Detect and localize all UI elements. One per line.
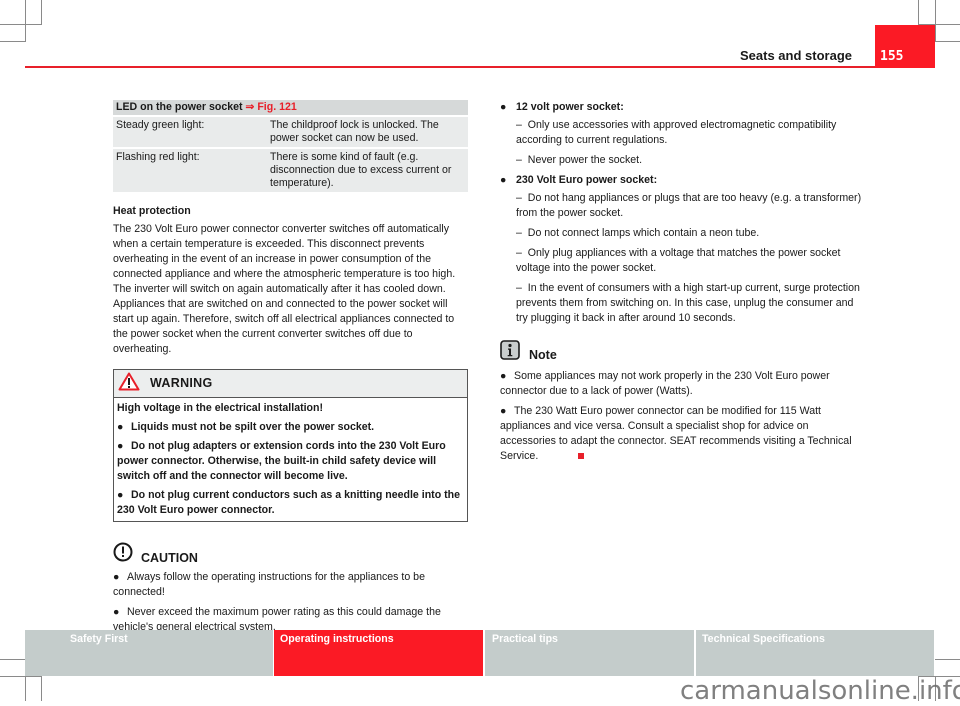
socket-item: – Do not connect lamps which contain a n… xyxy=(500,226,865,241)
socket-heading: ● 12 volt power socket: xyxy=(500,100,865,115)
heat-protection-heading: Heat protection xyxy=(113,205,191,217)
note-item: ● The 230 Watt Euro power connector can b… xyxy=(500,404,865,464)
crop-mark xyxy=(0,659,26,660)
socket-item-text: Never power the socket. xyxy=(527,154,643,166)
led-state-label: Flashing red light: xyxy=(113,147,267,192)
note-item: ● Some appliances may not work properly i… xyxy=(500,369,865,399)
socket-item-text: Only use accessories with approved elect… xyxy=(516,119,837,146)
bullet-icon: ● xyxy=(500,174,507,186)
socket-heading-text: 230 Volt Euro power socket: xyxy=(516,174,658,186)
note-title: Note xyxy=(529,348,557,362)
crop-mark xyxy=(918,0,919,25)
led-table-title: LED on the power socket xyxy=(116,101,243,113)
warning-box: WARNING High voltage in the electrical i… xyxy=(113,369,468,522)
dash-icon: – xyxy=(516,192,522,204)
warning-title: WARNING xyxy=(150,376,213,390)
dash-icon: – xyxy=(516,119,522,131)
socket-item: – Do not hang appliances or plugs that a… xyxy=(500,191,865,221)
footer-tab-technical-specifications[interactable]: Technical Specifications xyxy=(696,630,934,676)
section-end-marker-icon xyxy=(578,453,585,459)
warning-triangle-icon xyxy=(118,372,140,396)
warning-lead: High voltage in the electrical installat… xyxy=(117,402,324,414)
dash-icon: – xyxy=(516,154,522,166)
led-table-header: LED on the power socket ⇒ Fig. 121 xyxy=(113,100,468,116)
dash-icon: – xyxy=(516,247,522,259)
warning-item-text: Do not plug current conductors such as a… xyxy=(117,489,461,516)
footer-tab-practical-tips[interactable]: Practical tips xyxy=(485,630,694,676)
watermark: carmanualsonline.info xyxy=(680,676,960,706)
socket-item-text: In the event of consumers with a high st… xyxy=(516,282,860,324)
bullet-icon: ● xyxy=(500,101,507,113)
crop-mark xyxy=(0,676,42,677)
right-column: ● 12 volt power socket: – Only use access… xyxy=(500,100,865,469)
note-item-text: The 230 Watt Euro power connector can be… xyxy=(500,405,852,462)
footer-tab-operating-instructions[interactable]: Operating instructions xyxy=(274,630,482,676)
bullet-icon: ● xyxy=(500,370,507,382)
warning-item-text: Liquids must not be spilt over the power… xyxy=(131,421,375,433)
bullet-icon: ● xyxy=(500,405,507,417)
bullet-icon: ● xyxy=(113,571,120,583)
caution-header: CAUTION xyxy=(113,542,468,567)
warning-item: ● Do not plug current conductors such as … xyxy=(117,488,464,518)
footer-tab-safety-first[interactable]: Safety First xyxy=(25,630,273,676)
page-number: 155 xyxy=(880,49,904,64)
dash-icon: – xyxy=(516,227,522,239)
warning-body: High voltage in the electrical installat… xyxy=(114,398,467,521)
crop-mark xyxy=(0,24,42,25)
socket-item: – Only use accessories with approved ele… xyxy=(500,118,865,148)
crop-mark xyxy=(25,676,26,701)
footer-active-indicator xyxy=(480,630,483,676)
info-icon xyxy=(500,340,520,365)
table-row: Steady green light: The childproof lock … xyxy=(113,115,468,148)
caution-title: CAUTION xyxy=(141,551,198,565)
socket-item-text: Only plug appliances with a voltage that… xyxy=(516,247,841,274)
led-state-description: The childproof lock is unlocked. The pow… xyxy=(267,115,468,148)
left-column: LED on the power socket ⇒ Fig. 121 Stead… xyxy=(113,100,468,640)
warning-item-text: Do not plug adapters or extension cords … xyxy=(117,440,446,482)
warning-item: ● Do not plug adapters or extension cords… xyxy=(117,439,464,484)
table-row: Flashing red light: There is some kind o… xyxy=(113,147,468,192)
caution-item-text: Never exceed the maximum power rating as… xyxy=(113,606,441,633)
warning-item: ● Liquids must not be spilt over the powe… xyxy=(117,420,464,435)
socket-item: – Never power the socket. xyxy=(500,153,865,168)
figure-reference-link[interactable]: ⇒ Fig. 121 xyxy=(246,101,297,113)
bullet-icon: ● xyxy=(117,421,124,433)
socket-heading-text: 12 volt power socket: xyxy=(516,101,624,113)
led-state-description: There is some kind of fault (e.g. discon… xyxy=(267,147,468,192)
note-header: Note xyxy=(500,340,865,365)
caution-section: CAUTION ● Always follow the operating ins… xyxy=(113,542,468,635)
socket-item-text: Do not connect lamps which contain a neo… xyxy=(527,227,760,239)
bullet-icon: ● xyxy=(117,489,124,501)
socket-item-text: Do not hang appliances or plugs that are… xyxy=(516,192,862,219)
socket-heading: ● 230 Volt Euro power socket: xyxy=(500,173,865,188)
caution-item-text: Always follow the operating instructions… xyxy=(113,571,425,598)
warning-header: WARNING xyxy=(114,370,467,398)
section-title: Seats and storage xyxy=(740,48,852,63)
crop-mark xyxy=(25,0,26,41)
heat-protection-body: The 230 Volt Euro power connector conver… xyxy=(113,223,456,355)
dash-icon: – xyxy=(516,282,522,294)
crop-mark xyxy=(41,676,42,701)
led-state-label: Steady green light: xyxy=(113,115,267,148)
caution-item: ● Always follow the operating instruction… xyxy=(113,570,468,600)
crop-mark xyxy=(935,0,936,41)
bullet-icon: ● xyxy=(113,606,120,618)
crop-mark xyxy=(0,41,26,42)
socket-item: – Only plug appliances with a voltage th… xyxy=(500,246,865,276)
note-item-text: Some appliances may not work properly in… xyxy=(500,370,830,397)
crop-mark xyxy=(935,659,960,660)
caution-exclamation-icon xyxy=(113,542,133,567)
crop-mark xyxy=(41,0,42,24)
crop-mark xyxy=(935,41,960,42)
socket-item: – In the event of consumers with a high … xyxy=(500,281,865,326)
led-table: LED on the power socket ⇒ Fig. 121 Stead… xyxy=(113,100,468,192)
header-rule xyxy=(25,66,875,68)
bullet-icon: ● xyxy=(117,440,124,452)
